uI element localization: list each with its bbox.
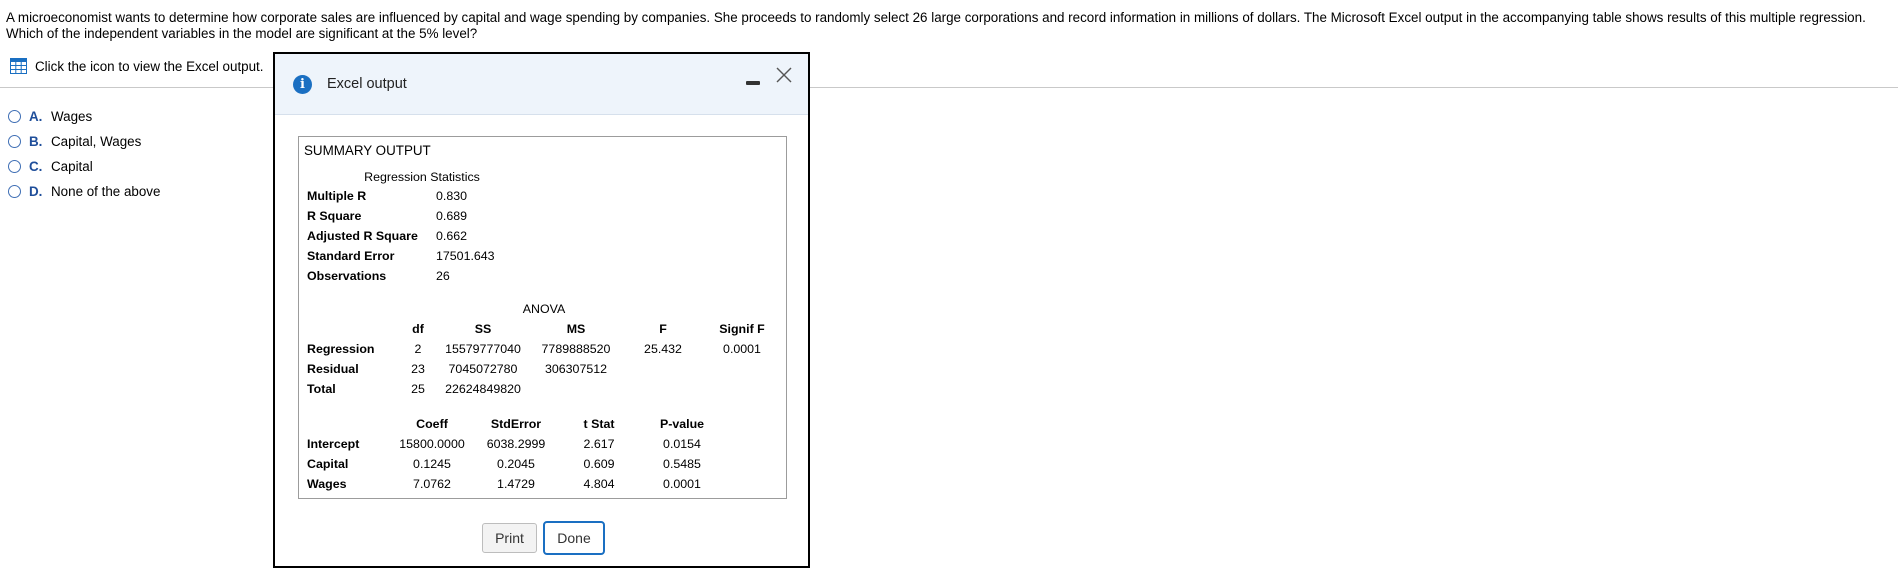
answer-options: A. Wages B. Capital, Wages C. Capital D.… [8,104,160,204]
stat-label: Multiple R [307,189,367,203]
stat-value: 17501.643 [436,249,495,263]
anova-cell: 7789888520 [541,342,611,356]
coef-cell: 6038.2999 [486,437,546,451]
coef-col-header: t Stat [583,417,615,431]
coef-col-header: Coeff [416,417,448,431]
stat-label: R Square [307,209,362,223]
minimize-icon[interactable] [746,81,760,85]
coef-cell: 0.0001 [663,477,701,491]
print-button[interactable]: Print [482,523,537,553]
anova-col-header: Signif F [719,322,765,336]
table-icon[interactable] [10,58,27,74]
stat-label: Standard Error [307,249,395,263]
coef-cell: 4.804 [583,477,615,491]
anova-row-label: Residual [307,362,359,376]
anova-cell: 306307512 [544,362,608,376]
anova-col-header: MS [566,322,586,336]
dialog-header: i Excel output [275,54,808,115]
view-excel-output-link[interactable]: Click the icon to view the Excel output. [10,58,264,74]
summary-output-table: SUMMARY OUTPUT Regression Statistics Mul… [298,136,787,499]
radio-button[interactable] [8,185,21,198]
stat-value: 26 [436,269,450,283]
radio-button[interactable] [8,110,21,123]
option-letter: D. [29,184,43,199]
coef-cell: 15800.0000 [399,437,465,451]
coef-row-label: Capital [307,457,349,471]
option-label: Capital [51,159,93,174]
option-a[interactable]: A. Wages [8,104,160,129]
stat-value: 0.662 [436,229,468,243]
coef-col-header: P-value [659,417,705,431]
option-b[interactable]: B. Capital, Wages [8,129,160,154]
radio-button[interactable] [8,160,21,173]
option-c[interactable]: C. Capital [8,154,160,179]
coef-cell: 2.617 [583,437,615,451]
dialog-title: Excel output [327,76,407,92]
option-label: Capital, Wages [51,134,142,149]
excel-output-dialog: i Excel output SUMMARY OUTPUT Regression… [273,52,810,568]
stat-label: Adjusted R Square [307,229,418,243]
anova-cell: 7045072780 [448,362,518,376]
anova-col-header: SS [474,322,492,336]
option-label: None of the above [51,184,161,199]
anova-heading: ANOVA [522,302,566,316]
regression-statistics-heading: Regression Statistics [364,170,480,184]
coef-cell: 0.5485 [663,457,701,471]
coef-cell: 0.2045 [497,457,535,471]
excel-link-label[interactable]: Click the icon to view the Excel output. [35,59,264,74]
summary-title: SUMMARY OUTPUT [304,143,431,158]
option-d[interactable]: D. None of the above [8,179,160,204]
coef-cell: 0.0154 [663,437,701,451]
option-letter: C. [29,159,43,174]
option-letter: B. [29,134,43,149]
coef-cell: 7.0762 [413,477,451,491]
anova-cell: 2 [414,342,422,356]
coef-col-header: StdError [490,417,542,431]
coef-cell: 0.1245 [413,457,451,471]
stat-label: Observations [307,269,387,283]
done-button[interactable]: Done [543,521,605,555]
coef-cell: 0.609 [583,457,615,471]
close-icon[interactable] [775,66,793,84]
anova-cell: 25 [411,382,425,396]
coef-row-label: Intercept [307,437,360,451]
stat-value: 0.689 [436,209,468,223]
info-icon: i [293,74,312,94]
coef-row-label: Wages [307,477,347,491]
coef-cell: 1.4729 [497,477,535,491]
anova-cell: 25.432 [644,342,682,356]
radio-button[interactable] [8,135,21,148]
question-text: A microeconomist wants to determine how … [6,10,1866,41]
anova-col-header: df [412,322,424,336]
anova-cell: 0.0001 [723,342,761,356]
stat-value: 0.830 [436,189,468,203]
anova-cell: 22624849820 [445,382,521,396]
anova-cell: 23 [411,362,425,376]
anova-row-label: Regression [307,342,375,356]
anova-col-header: F [659,322,667,336]
option-label: Wages [51,109,93,124]
anova-row-label: Total [307,382,336,396]
option-letter: A. [29,109,43,124]
anova-cell: 15579777040 [445,342,521,356]
